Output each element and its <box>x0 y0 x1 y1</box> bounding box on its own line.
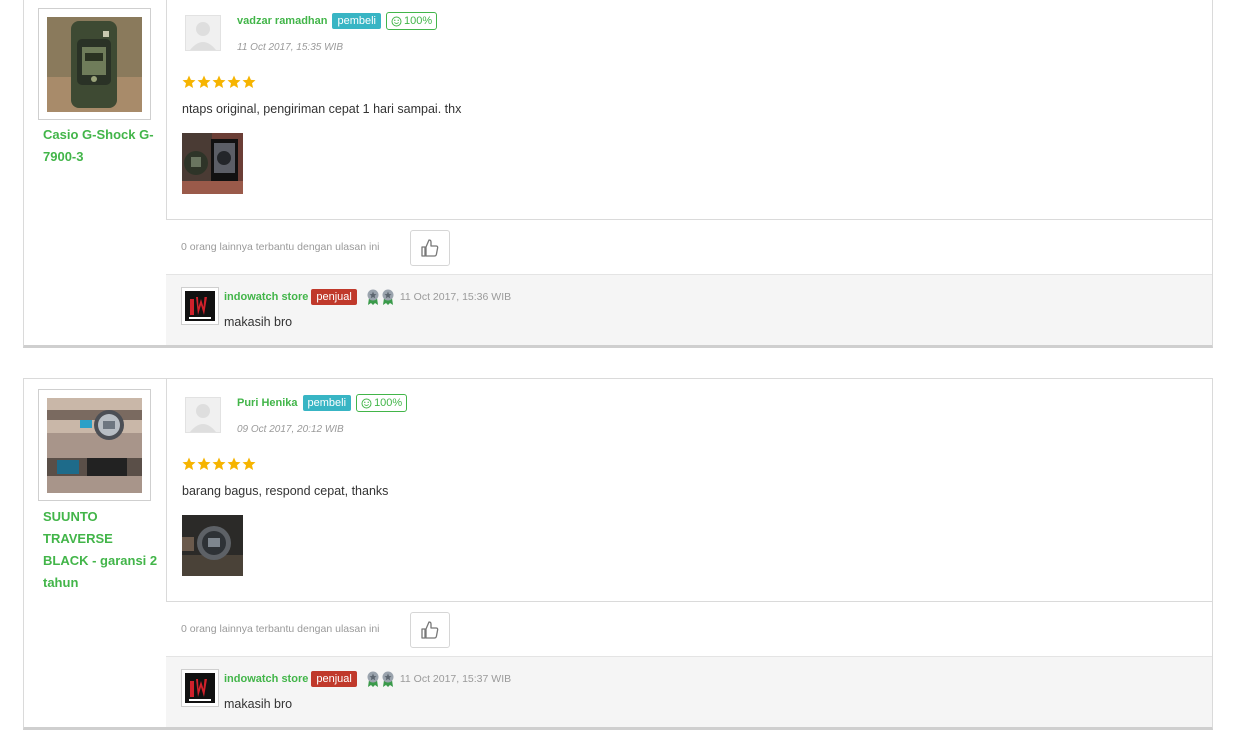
product-thumbnail[interactable] <box>38 389 151 501</box>
star-icon <box>227 457 241 470</box>
seller-line: indowatch store penjual 11 Oct 2017, 15:… <box>224 669 511 689</box>
medal-icon <box>367 289 379 305</box>
review-body: Puri Henika pembeli 100% 09 Oct 2017, 20… <box>166 379 1212 727</box>
reputation-badge[interactable]: 100% <box>356 394 408 412</box>
review-photo[interactable] <box>182 133 243 194</box>
helpful-section: 0 orang lainnya terbantu dengan ulasan i… <box>166 219 1212 277</box>
review-card: Casio G-Shock G-7900-3 vadzar ramadhan p… <box>23 0 1213 348</box>
thumbs-up-icon <box>421 621 439 639</box>
seller-reply-text: makasih bro <box>224 315 293 329</box>
helpful-count-text: 0 orang lainnya terbantu dengan ulasan i… <box>181 623 380 635</box>
buyer-badge: pembeli <box>332 13 382 29</box>
reviewer-name-link[interactable]: vadzar ramadhan <box>237 15 327 27</box>
helpful-like-button[interactable] <box>410 612 450 648</box>
seller-reply-section: indowatch store penjual 11 Oct 2017, 15:… <box>166 274 1212 345</box>
product-name-link[interactable]: Casio G-Shock G-7900-3 <box>43 124 158 168</box>
seller-badge: penjual <box>311 671 357 687</box>
user-avatar-icon[interactable] <box>185 15 221 51</box>
review-timestamp: 11 Oct 2017, 15:35 WIB <box>237 42 343 53</box>
helpful-section: 0 orang lainnya terbantu dengan ulasan i… <box>166 601 1212 659</box>
seller-name-link[interactable]: indowatch store <box>224 673 308 685</box>
star-icon <box>212 75 226 88</box>
seller-reply-section: indowatch store penjual 11 Oct 2017, 15:… <box>166 656 1212 727</box>
star-icon <box>197 457 211 470</box>
reputation-value: 100% <box>404 15 433 27</box>
helpful-count-text: 0 orang lainnya terbantu dengan ulasan i… <box>181 241 380 253</box>
star-icon <box>197 75 211 88</box>
star-rating <box>182 75 256 89</box>
review-text: ntaps original, pengiriman cepat 1 hari … <box>182 102 462 116</box>
star-icon <box>242 75 256 88</box>
product-column: SUUNTO TRAVERSE BLACK - garansi 2 tahun <box>24 379 167 727</box>
seller-line: indowatch store penjual 11 Oct 2017, 15:… <box>224 287 511 307</box>
smiley-icon <box>361 398 372 408</box>
star-icon <box>182 75 196 88</box>
star-icon <box>182 457 196 470</box>
star-icon <box>227 75 241 88</box>
product-thumbnail[interactable] <box>38 8 151 120</box>
review-card: SUUNTO TRAVERSE BLACK - garansi 2 tahun … <box>23 378 1213 730</box>
thumbs-up-icon <box>421 239 439 257</box>
store-logo-icon[interactable] <box>181 287 219 325</box>
medal-icon <box>382 289 394 305</box>
reputation-value: 100% <box>374 397 403 409</box>
review-body: vadzar ramadhan pembeli 100% 11 Oct 2017… <box>166 0 1212 345</box>
reviewer-line: Puri Henika pembeli 100% <box>237 393 408 413</box>
star-icon <box>212 457 226 470</box>
seller-medals[interactable] <box>366 289 395 305</box>
seller-reply-timestamp: 11 Oct 2017, 15:37 WIB <box>399 673 512 685</box>
review-timestamp: 09 Oct 2017, 20:12 WIB <box>237 424 344 435</box>
reviewer-line: vadzar ramadhan pembeli 100% <box>237 11 438 31</box>
star-rating <box>182 457 256 471</box>
medal-icon <box>367 671 379 687</box>
medal-icon <box>382 671 394 687</box>
user-avatar-icon[interactable] <box>185 397 221 433</box>
seller-reply-text: makasih bro <box>224 697 293 711</box>
buyer-badge: pembeli <box>302 395 352 411</box>
seller-name-link[interactable]: indowatch store <box>224 291 308 303</box>
helpful-like-button[interactable] <box>410 230 450 266</box>
review-photo[interactable] <box>182 515 243 576</box>
smiley-icon <box>391 16 402 26</box>
product-image[interactable] <box>47 17 142 112</box>
store-logo-icon[interactable] <box>181 669 219 707</box>
star-icon <box>242 457 256 470</box>
product-image[interactable] <box>47 398 142 493</box>
product-column: Casio G-Shock G-7900-3 <box>24 0 167 345</box>
reputation-badge[interactable]: 100% <box>386 12 438 30</box>
seller-medals[interactable] <box>366 671 395 687</box>
review-text: barang bagus, respond cepat, thanks <box>182 484 389 498</box>
seller-reply-timestamp: 11 Oct 2017, 15:36 WIB <box>399 291 512 303</box>
reviewer-name-link[interactable]: Puri Henika <box>237 397 298 409</box>
seller-badge: penjual <box>311 289 357 305</box>
product-name-link[interactable]: SUUNTO TRAVERSE BLACK - garansi 2 tahun <box>43 506 158 594</box>
